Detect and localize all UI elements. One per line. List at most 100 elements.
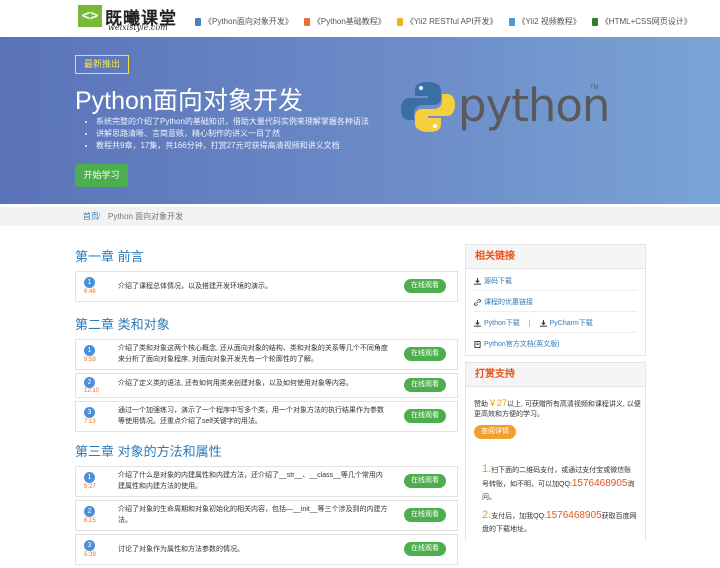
download-icon bbox=[474, 319, 481, 327]
nav-item-python-basic[interactable]: 《Python基础教程》 bbox=[303, 16, 386, 27]
lesson-description: 通过一个加强练习，演示了一个程序中写多个类，用一个对象方法的执行结果作为参数等使… bbox=[118, 407, 384, 425]
python-docs-link[interactable]: Python官方文档(英文版) bbox=[474, 339, 559, 349]
lesson-duration: 8:15 bbox=[84, 518, 96, 524]
breadcrumb-home[interactable]: 首页 bbox=[83, 207, 99, 226]
lesson-item: 2 8:15 介绍了对象的生命周期和对象初始化的相关内容，包括—__init__… bbox=[75, 500, 458, 531]
step-number: 2. bbox=[482, 509, 492, 521]
python-download-link[interactable]: Python下载 bbox=[484, 318, 520, 328]
lesson-description: 介绍了对象的生命周期和对象初始化的相关内容，包括—__init__等三个涉及到的… bbox=[118, 506, 388, 524]
banner-bullet: 系统完整的介绍了Python的基础知识，借助大量代码实例来理解掌握各种语法 bbox=[96, 116, 369, 128]
source-download-link[interactable]: 源码下载 bbox=[474, 276, 512, 286]
breadcrumb-current: Python 面向对象开发 bbox=[108, 212, 184, 221]
lesson-list: 第一章 前言 1 6:48 介绍了课程总体情况，以及搭建开发环境的演示。 在线观… bbox=[75, 240, 458, 568]
book-icon bbox=[396, 17, 403, 26]
watch-online-button[interactable]: 在线观看 bbox=[404, 409, 446, 423]
watch-online-button[interactable]: 在线观看 bbox=[404, 474, 446, 488]
nav-item-label: 《Yii2 RESTful API开发》 bbox=[405, 17, 498, 26]
lesson-number: 3 bbox=[84, 540, 95, 551]
book-icon bbox=[195, 17, 201, 26]
nav-item-python-oop[interactable]: 《Python面向对象开发》 bbox=[195, 16, 293, 27]
nav-item-label: 《Python基础教程》 bbox=[312, 17, 386, 26]
lesson-duration: 7:13 bbox=[84, 419, 96, 425]
new-badge: 最新推出 bbox=[75, 55, 129, 74]
watch-online-button[interactable]: 在线观看 bbox=[404, 542, 446, 556]
lesson-item: 3 7:13 通过一个加强练习，演示了一个程序中写多个类，用一个对象方法的执行结… bbox=[75, 401, 458, 432]
banner-title: Python面向对象开发 bbox=[75, 87, 303, 115]
qq-number: 1576468905 bbox=[571, 478, 628, 489]
watch-online-button[interactable]: 在线观看 bbox=[404, 378, 446, 392]
watch-online-button[interactable]: 在线观看 bbox=[404, 508, 446, 522]
download-icon bbox=[539, 319, 547, 327]
lesson-duration: 9:27 bbox=[84, 484, 96, 490]
related-links-title: 相关链接 bbox=[466, 245, 645, 269]
course-nav: 《Python面向对象开发》 《Python基础教程》 《Yii2 RESTfu… bbox=[195, 16, 692, 27]
related-links-panel: 相关链接 源码下载 课程的优惠链接 Python下载 | PyCharm下载 P… bbox=[465, 244, 646, 356]
nav-item-label: 《HTML+CSS网页设计》 bbox=[600, 17, 692, 26]
download-links-row: Python下载 | PyCharm下载 bbox=[474, 318, 593, 328]
lesson-duration: 6:48 bbox=[84, 289, 96, 295]
logo-domain: weixistyle.com bbox=[108, 23, 168, 32]
trademark: TM bbox=[590, 85, 599, 91]
link-icon bbox=[474, 298, 481, 306]
nav-item-yii2-video[interactable]: 《Yii2 视频教程》 bbox=[508, 16, 581, 27]
lesson-item: 1 9:27 介绍了什么是对象的内建属性和内建方法，还介绍了__str__、__… bbox=[75, 466, 458, 497]
lesson-item: 1 6:48 介绍了课程总体情况，以及搭建开发环境的演示。 在线观看 bbox=[75, 271, 458, 302]
python-wordmark: python bbox=[458, 79, 610, 132]
lesson-item: 2 12:10 介绍了定义类的语法, 还有如何用类来创建对象，以及如何使用对象等… bbox=[75, 373, 458, 398]
nav-item-label: 《Python面向对象开发》 bbox=[204, 17, 293, 26]
pycharm-download-link[interactable]: PyCharm下载 bbox=[550, 318, 593, 328]
chapter-title: 第二章 类和对象 bbox=[75, 317, 170, 332]
lesson-number: 2 bbox=[84, 377, 95, 388]
chapter-title: 第三章 对象的方法和属性 bbox=[75, 444, 222, 459]
step-text: 支付后，加我QQ: bbox=[491, 513, 547, 520]
donate-panel: 打赏支持 赞助￥27以上, 可获赠所有高清视频和课程讲义, 以便更高效和方便的学… bbox=[465, 362, 646, 541]
lesson-number: 2 bbox=[84, 506, 95, 517]
donate-title: 打赏支持 bbox=[466, 363, 645, 387]
lesson-description: 介绍了类和对象这两个核心概念, 还从面向对象的结构、类和对象的关系等几个不同角度… bbox=[118, 345, 388, 363]
discount-link[interactable]: 课程的优惠链接 bbox=[474, 297, 533, 307]
nav-item-label: 《Yii2 视频教程》 bbox=[517, 17, 581, 26]
watch-online-button[interactable]: 在线观看 bbox=[404, 279, 446, 293]
lesson-number: 3 bbox=[84, 407, 95, 418]
top-nav: <> 既曦课堂 weixistyle.com 《Python面向对象开发》 《P… bbox=[0, 0, 720, 37]
banner-bullet: 讲解思路清晰、言简意赅，精心制作的讲义一目了然 bbox=[96, 128, 369, 140]
divider bbox=[474, 332, 637, 333]
python-logo-icon bbox=[401, 82, 455, 132]
download-icon bbox=[474, 277, 481, 285]
site-logo[interactable]: <> 既曦课堂 weixistyle.com bbox=[78, 4, 184, 34]
discount-link-label: 课程的优惠链接 bbox=[484, 299, 533, 306]
book-icon bbox=[508, 17, 515, 26]
donate-step: 2.支付后，加我QQ:1576468905获取百度网盘的下载地址。 bbox=[482, 509, 638, 536]
donate-description: 赞助￥27以上, 可获赠所有高清视频和课程讲义, 以便更高效和方便的学习。 bbox=[474, 398, 642, 420]
lesson-duration: 9:59 bbox=[84, 357, 96, 363]
lesson-duration: 12:10 bbox=[84, 388, 100, 394]
source-download-label: 源码下载 bbox=[484, 278, 512, 285]
lesson-number: 1 bbox=[84, 345, 95, 356]
banner-bullet: 教程共9章，17集，共166分钟，打赏27元可获得高清视频和讲义文档 bbox=[96, 140, 369, 152]
lesson-item: 1 9:59 介绍了类和对象这两个核心概念, 还从面向对象的结构、类和对象的关系… bbox=[75, 339, 458, 370]
chapter-title: 第一章 前言 bbox=[75, 249, 144, 264]
view-details-button[interactable]: 查阅详情 bbox=[474, 425, 516, 439]
watch-online-button[interactable]: 在线观看 bbox=[404, 347, 446, 361]
donate-step: 1.扫下面的二维码支付，或通过支付宝或微信账号转账，如不明，可以加QQ:1576… bbox=[482, 463, 638, 504]
book-icon bbox=[474, 340, 481, 348]
nav-item-yii2-restful[interactable]: 《Yii2 RESTful API开发》 bbox=[396, 16, 498, 27]
divider bbox=[474, 311, 637, 312]
logo-icon: <> bbox=[78, 5, 102, 27]
banner-bullets: 系统完整的介绍了Python的基础知识，借助大量代码实例来理解掌握各种语法 讲解… bbox=[86, 116, 369, 152]
nav-item-html-css[interactable]: 《HTML+CSS网页设计》 bbox=[591, 16, 692, 27]
lesson-description: 介绍了定义类的语法, 还有如何用类来创建对象，以及如何使用对象等内容。 bbox=[118, 380, 353, 387]
breadcrumb: 首页 / Python 面向对象开发 bbox=[0, 207, 720, 226]
qq-number: 1576468905 bbox=[546, 510, 602, 521]
book-icon bbox=[303, 17, 310, 26]
start-learning-button[interactable]: 开始学习 bbox=[75, 164, 128, 187]
lesson-description: 介绍了课程总体情况，以及搭建开发环境的演示。 bbox=[118, 283, 272, 290]
book-icon bbox=[591, 17, 598, 26]
lesson-description: 介绍了什么是对象的内建属性和内建方法，还介绍了__str__、__class__… bbox=[118, 472, 383, 490]
divider bbox=[474, 290, 637, 291]
donate-pre: 赞助 bbox=[474, 401, 488, 408]
donate-amount: ￥27 bbox=[488, 398, 508, 408]
lesson-number: 1 bbox=[84, 472, 95, 483]
lesson-description: 讨论了对象作为属性和方法参数的情况。 bbox=[118, 546, 244, 553]
step-number: 1. bbox=[482, 463, 492, 475]
